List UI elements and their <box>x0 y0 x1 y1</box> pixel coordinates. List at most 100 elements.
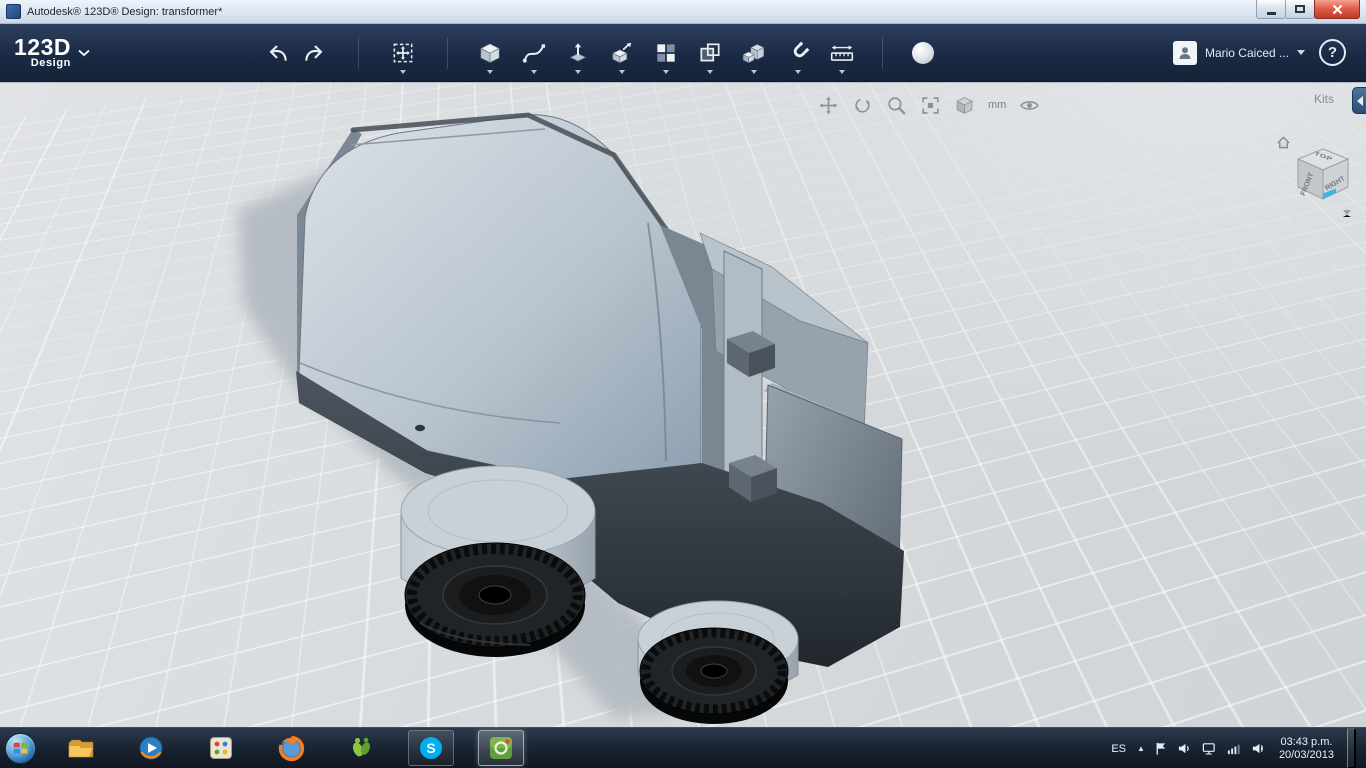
material-sphere-icon <box>911 41 934 64</box>
units-button[interactable]: mm <box>988 97 1006 114</box>
windows-explorer-icon <box>68 739 94 758</box>
model-pulley-rear[interactable] <box>637 600 799 724</box>
show-desktop-button[interactable] <box>1347 728 1356 768</box>
network-monitor-icon <box>1202 743 1215 755</box>
snap-icon <box>793 41 810 57</box>
clock[interactable]: 03:43 p.m. 20/03/2013 <box>1275 736 1338 762</box>
orbit-button[interactable] <box>852 95 873 116</box>
orbit-icon <box>855 98 870 113</box>
transform-icon <box>393 43 413 62</box>
close-icon <box>1332 4 1342 14</box>
redo-button[interactable] <box>296 32 334 74</box>
viewcube-toggle-icon <box>956 97 973 115</box>
modify-icon <box>612 42 632 63</box>
toolbar-divider <box>881 36 883 69</box>
user-avatar-icon <box>1172 40 1197 65</box>
skype-glyph: S <box>426 740 435 756</box>
measure-tool-button[interactable] <box>822 30 862 76</box>
chevron-left-icon <box>1356 95 1363 106</box>
undo-button[interactable] <box>258 32 296 74</box>
pattern-icon <box>657 43 675 62</box>
maximize-button[interactable] <box>1285 0 1315 19</box>
sketch-tool-button[interactable] <box>514 30 554 76</box>
start-button[interactable] <box>0 728 40 768</box>
snap-tool-button[interactable] <box>778 30 818 76</box>
volume-icon <box>1178 743 1189 754</box>
viewport-3d[interactable]: mm Kits TOP FRONT RIGHT <box>0 82 1366 727</box>
model-3d[interactable] <box>0 83 1366 727</box>
combine-tool-button[interactable] <box>734 30 774 76</box>
close-button[interactable] <box>1314 0 1360 19</box>
audio-device-button[interactable] <box>1251 741 1266 756</box>
viewport-nav-toolbar: mm <box>818 95 1040 116</box>
grouping-tool-button[interactable] <box>690 30 730 76</box>
pattern-tool-button[interactable] <box>646 30 686 76</box>
toolbar-divider <box>357 36 359 69</box>
system-tray: ES ▲ 03:43 p.m. 20/03/2013 <box>1109 728 1356 768</box>
eye-icon <box>1020 101 1040 110</box>
help-icon: ? <box>1327 44 1338 61</box>
messenger-button[interactable] <box>338 730 384 766</box>
desktop: Autodesk® 123D® Design: transformer* 123… <box>0 0 1366 768</box>
viewcube-home-button[interactable] <box>1276 135 1291 153</box>
taskbar-apps: S <box>58 730 524 766</box>
zoom-button[interactable] <box>886 95 907 116</box>
language-indicator[interactable]: ES <box>1109 743 1128 755</box>
network-button[interactable] <box>1201 741 1217 756</box>
construct-icon <box>569 42 587 61</box>
volume-button[interactable] <box>1177 741 1192 756</box>
title-bar: Autodesk® 123D® Design: transformer* <box>0 0 1366 24</box>
viewcube[interactable]: TOP FRONT RIGHT <box>1276 131 1356 217</box>
creative-app-button[interactable] <box>198 730 244 766</box>
home-icon <box>1277 136 1290 149</box>
firefox-icon <box>278 735 304 761</box>
primitives-icon <box>480 42 500 63</box>
dropdown-caret-icon <box>662 69 669 74</box>
combine-icon <box>742 43 765 63</box>
app-logo-menu[interactable]: 123D Design <box>14 35 90 69</box>
messenger-icon <box>352 737 371 757</box>
transform-tool-button[interactable] <box>383 30 423 76</box>
app-123d-design-icon <box>490 737 512 759</box>
maximize-icon <box>1295 5 1305 13</box>
measure-icon <box>830 44 854 61</box>
signal-bars-icon <box>1227 744 1240 755</box>
minimize-button[interactable] <box>1256 0 1286 19</box>
hidden-icons-button[interactable]: ▲ <box>1137 744 1145 753</box>
chevron-down-icon <box>78 49 90 56</box>
visibility-button[interactable] <box>1019 95 1040 116</box>
sketch-icon <box>522 43 546 63</box>
dropdown-caret-icon <box>530 69 537 74</box>
viewcube-options-button[interactable] <box>1343 210 1351 217</box>
viewcube-cube-button[interactable]: TOP FRONT RIGHT <box>1292 143 1354 208</box>
material-button[interactable] <box>903 30 943 76</box>
fit-view-button[interactable] <box>920 95 941 116</box>
skype-button[interactable]: S <box>408 730 454 766</box>
primitives-tool-button[interactable] <box>470 30 510 76</box>
panel-collapse-button[interactable] <box>1352 87 1366 114</box>
zoom-icon <box>888 97 906 115</box>
tools-group <box>470 30 862 76</box>
windows-explorer-button[interactable] <box>58 730 104 766</box>
minimize-icon <box>1266 11 1276 15</box>
signal-button[interactable] <box>1226 741 1242 756</box>
viewcube-toggle-button[interactable] <box>954 95 975 116</box>
app-123d-design-button[interactable] <box>478 730 524 766</box>
speaker-icon <box>1252 743 1263 754</box>
model-body[interactable] <box>296 112 904 667</box>
action-center-button[interactable] <box>1154 741 1168 756</box>
toolbar-divider <box>446 36 448 69</box>
app-window-icon[interactable] <box>6 4 21 19</box>
pan-button[interactable] <box>818 95 839 116</box>
pan-icon <box>819 96 838 115</box>
media-player-button[interactable] <box>128 730 174 766</box>
firefox-button[interactable] <box>268 730 314 766</box>
kits-panel-tab[interactable]: Kits <box>1308 91 1340 107</box>
account-menu[interactable]: Mario Caiced ... <box>1172 40 1305 65</box>
model-pulley-front[interactable] <box>400 465 596 657</box>
chevron-down-icon <box>1297 50 1305 55</box>
flag-icon <box>1156 742 1166 755</box>
modify-tool-button[interactable] <box>602 30 642 76</box>
help-button[interactable]: ? <box>1319 39 1346 66</box>
construct-tool-button[interactable] <box>558 30 598 76</box>
